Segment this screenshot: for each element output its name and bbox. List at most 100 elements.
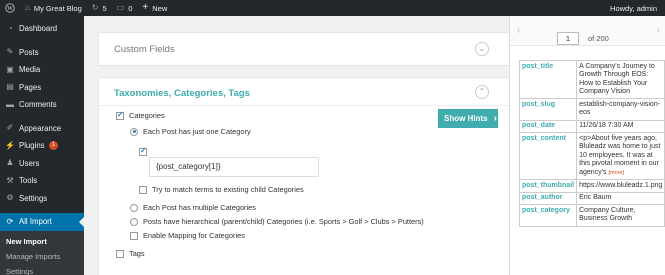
sidebar-item-label: Dashboard [19,24,58,34]
multiple-categories-radio[interactable] [130,203,138,212]
submenu-manage-imports[interactable]: Manage Imports [0,249,84,264]
one-category-option[interactable]: Each Post has just one Category [130,127,251,136]
comment-icon: ▬ [6,99,14,109]
updates-link[interactable]: ↻ 5 [87,0,112,16]
sidebar-item-label: Tools [19,176,38,186]
more-link[interactable]: [more] [609,170,625,176]
category-input-checkbox-row[interactable] [139,146,152,156]
brush-icon: ✐ [6,123,14,133]
table-row: post_thumbnail https://www.bluleadz.1.png [518,179,665,193]
record-pager: ‹ 1 of 200 › [510,16,665,46]
sidebar-item-all-import[interactable]: ⟳ All Import [0,213,84,231]
new-label: New [152,3,168,13]
category-field-input[interactable]: {post_category[1]} [149,157,319,177]
sidebar-item-comments[interactable]: ▬ Comments [0,96,84,114]
chevron-left-icon[interactable]: ‹ [517,25,520,36]
sidebar-item-label: Settings [19,193,48,203]
admin-bar: W ⌂ My Great Blog ↻ 5 ▭ 0 + New Howdy, a… [0,0,665,16]
record-total: of 200 [588,34,609,43]
sidebar-item-label: Users [19,158,40,168]
wordpress-logo-icon[interactable]: W [0,0,20,16]
tags-checkbox[interactable] [116,249,124,258]
updates-count: 5 [102,3,107,13]
field-value: Eric Baum [576,191,665,206]
taxonomies-panel: Taxonomies, Categories, Tags ⌃ Categorie… [98,77,509,275]
match-terms-option[interactable]: Try to match terms to existing child Cat… [139,185,304,194]
enable-mapping-checkbox[interactable] [130,231,138,240]
sidebar-item-label: Plugins [19,141,45,151]
sidebar-item-settings[interactable]: ⚙ Settings [0,190,84,208]
show-hints-button[interactable]: Show Hints › [438,109,498,128]
settings-icon: ⚙ [6,193,14,203]
wrench-icon: ⚒ [6,175,14,185]
taxonomies-title[interactable]: Taxonomies, Categories, Tags [114,88,250,99]
field-value: <p>About five years ago, Bluleadz was ho… [576,132,665,181]
table-row: post_category Company Culture, Business G… [518,204,665,227]
field-value: Company Culture, Business Growth [576,204,665,227]
chevron-right-icon: › [493,113,497,124]
admin-sidebar: ◔ Dashboard ✎ Posts ▣ Media ▤ Pages ▬ Co… [0,16,84,275]
field-key[interactable]: post_title [518,59,578,100]
table-row: post_author Eric Baum [518,191,665,206]
custom-fields-panel[interactable]: Custom Fields ⌄ [98,32,509,66]
media-icon: ▣ [6,64,14,74]
category-input-checkbox[interactable] [139,146,147,156]
field-value-text: 11/26/18 7:30 AM [579,122,634,130]
one-category-radio[interactable] [130,127,138,136]
chevron-down-icon[interactable]: ⌄ [475,42,489,56]
record-fields-table: post_title A Company's Journey to Growth … [518,59,665,227]
all-import-submenu: New Import Manage Imports Settings [0,230,84,275]
sidebar-item-pages[interactable]: ▤ Pages [0,79,84,97]
sidebar-item-appearance[interactable]: ✐ Appearance [0,120,84,138]
comments-link[interactable]: ▭ 0 [112,0,138,16]
enable-mapping-option[interactable]: Enable Mapping for Categories [130,231,245,240]
record-number-input[interactable]: 1 [557,32,579,45]
table-row: post_title A Company's Journey to Growth … [518,59,665,100]
multiple-categories-option[interactable]: Each Post has multiple Categories [130,203,256,212]
site-name-link[interactable]: ⌂ My Great Blog [20,0,87,16]
main-content: Custom Fields ⌄ Taxonomies, Categories, … [84,16,509,275]
sidebar-item-label: Appearance [19,123,62,133]
field-value-text: https://www.bluleadz.1.png [579,181,663,189]
match-terms-label: Try to match terms to existing child Cat… [152,185,304,194]
new-content-link[interactable]: + New [137,0,172,16]
sidebar-item-label: Posts [19,47,39,57]
field-key[interactable]: post_author [518,191,578,206]
tags-option[interactable]: Tags [116,249,145,258]
sidebar-item-dashboard[interactable]: ◔ Dashboard [0,20,84,38]
site-name: My Great Blog [33,3,82,13]
categories-checkbox[interactable] [116,110,124,120]
users-icon: ♟ [6,158,14,168]
categories-option[interactable]: Categories [116,110,165,120]
multiple-categories-label: Each Post has multiple Categories [143,203,256,212]
account-link[interactable]: Howdy, admin [605,0,665,16]
submenu-settings[interactable]: Settings [0,264,84,275]
field-key[interactable]: post_date [518,119,578,134]
sidebar-item-label: Comments [19,100,57,110]
table-row: post_content <p>About five years ago, Blu… [518,132,665,181]
divider [99,105,509,106]
field-value: https://www.bluleadz.1.png [576,179,665,193]
match-terms-checkbox[interactable] [139,185,147,194]
table-row: post_date 11/26/18 7:30 AM [518,119,665,134]
submenu-new-import[interactable]: New Import [0,234,84,249]
field-value-text: A Company's Journey to Growth Through EO… [579,62,655,96]
hierarchical-option[interactable]: Posts have hierarchical (parent/child) C… [130,217,424,226]
field-key[interactable]: post_slug [518,98,578,121]
plus-icon: + [142,2,149,13]
sidebar-item-media[interactable]: ▣ Media [0,61,84,79]
field-key[interactable]: post_thumbnail [518,179,578,193]
sidebar-item-users[interactable]: ♟ Users [0,155,84,173]
sidebar-item-plugins[interactable]: ⚡ Plugins 1 [0,137,84,155]
chevron-right-icon[interactable]: › [657,25,660,36]
home-icon: ⌂ [25,3,30,12]
tags-label: Tags [129,249,145,258]
sidebar-item-posts[interactable]: ✎ Posts [0,44,84,62]
field-key[interactable]: post_category [518,204,578,227]
comment-icon: ▭ [116,3,125,12]
sidebar-item-tools[interactable]: ⚒ Tools [0,172,84,190]
hierarchical-radio[interactable] [130,217,138,226]
chevron-up-icon[interactable]: ⌃ [475,85,489,99]
table-row: post_slug establish-company-vision-eos [518,98,665,121]
field-key[interactable]: post_content [518,132,578,181]
